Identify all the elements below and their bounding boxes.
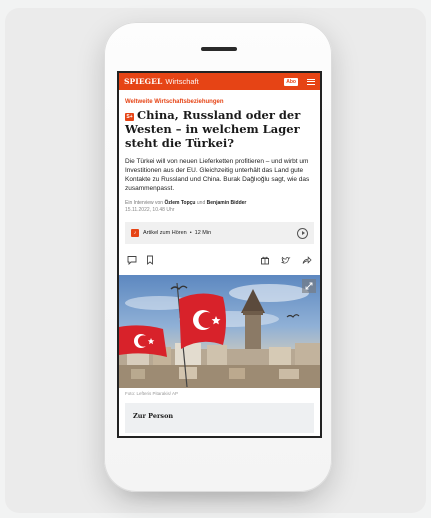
audio-separator: • [189, 230, 192, 236]
audio-duration: 12 Min [194, 230, 212, 236]
abo-badge[interactable]: Abo [284, 77, 298, 86]
person-box-title: Zur Person [133, 412, 174, 420]
share-icon[interactable] [301, 254, 313, 266]
expand-icon[interactable] [302, 279, 316, 293]
spiegel-plus-icon: S+ [125, 113, 134, 121]
section-label[interactable]: Wirtschaft [165, 77, 198, 86]
headphones-icon: ♪ [131, 229, 139, 237]
phone-screen: SPIEGEL Wirtschaft Abo Weltweite Wirtsch… [117, 71, 322, 438]
article-teaser: Die Türkei will von neuen Lieferketten p… [125, 158, 310, 192]
headline-text: China, Russland oder der Westen – in wel… [125, 108, 301, 150]
author-link[interactable]: Benjamin Bidder [207, 200, 247, 206]
audio-label: Artikel zum Hören [143, 230, 187, 236]
audio-player[interactable]: ♪ Artikel zum Hören • 12 Min [125, 222, 314, 244]
phone-speaker [201, 47, 237, 51]
author-link[interactable]: Özlem Topçu [164, 200, 195, 206]
istanbul-flags-illustration [119, 282, 320, 388]
menu-icon[interactable] [307, 78, 315, 85]
article-content: Weltweite Wirtschaftsbeziehungen S+ China… [119, 90, 320, 270]
photo-caption: Foto: Lefteris Pitarakis/ AP [125, 391, 179, 396]
bookmark-icon[interactable] [144, 254, 156, 266]
twitter-icon[interactable] [280, 254, 292, 266]
spiegel-logo[interactable]: SPIEGEL [124, 77, 162, 86]
play-icon[interactable] [297, 227, 308, 239]
article-headline: S+ China, Russland oder der Westen – in w… [125, 108, 314, 150]
article-byline: Ein Interview von Özlem Topçu und Benjam… [125, 200, 314, 206]
article-actions [125, 250, 314, 270]
gift-icon[interactable] [259, 254, 271, 266]
article-kicker: Weltweite Wirtschaftsbeziehungen [125, 99, 224, 105]
person-info-box: Zur Person [125, 403, 314, 433]
article-date: 15.11.2022, 10.48 Uhr [125, 207, 175, 213]
byline-prefix: Ein Interview von [125, 200, 164, 206]
byline-and: und [196, 200, 206, 206]
article-photo[interactable] [119, 275, 320, 388]
comment-icon[interactable] [126, 254, 138, 266]
top-bar: SPIEGEL Wirtschaft Abo [119, 73, 320, 90]
